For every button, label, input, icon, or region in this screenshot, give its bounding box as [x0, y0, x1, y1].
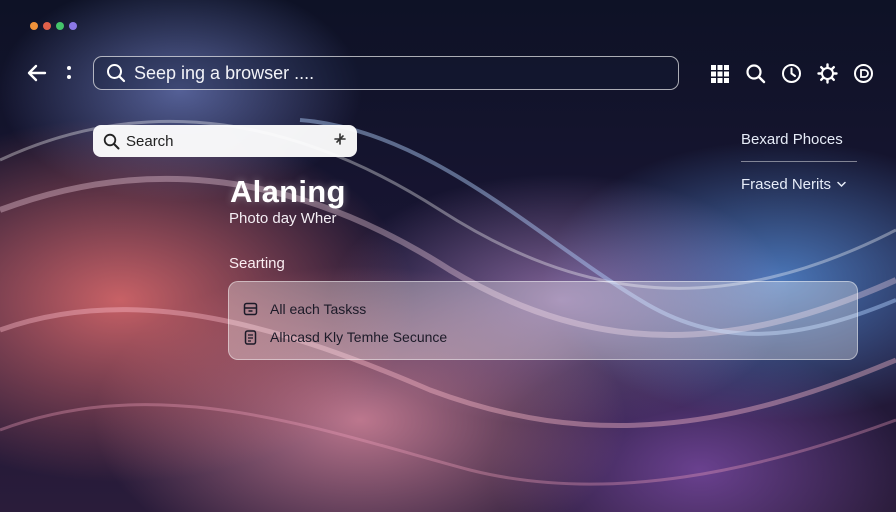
results-panel: All each Taskss Alhcasd Kly Temhe Secunc…	[228, 281, 858, 360]
result-item-sequence[interactable]: Alhcasd Kly Temhe Secunce	[229, 323, 857, 351]
page-subtitle: Photo day Wher	[229, 210, 337, 227]
toolbar-icons	[708, 62, 875, 85]
arrow-left-icon	[27, 64, 47, 82]
vertical-dots-icon	[67, 66, 71, 79]
menu-button[interactable]	[64, 63, 74, 87]
side-link-primary[interactable]: Bexard Phoces	[741, 131, 843, 148]
account-icon	[854, 64, 873, 83]
page-title: Alaning	[230, 174, 346, 209]
pin-icon	[334, 133, 346, 145]
window-controls	[30, 22, 77, 30]
settings-button[interactable]	[816, 62, 839, 85]
side-divider	[741, 161, 857, 162]
archive-icon	[242, 301, 258, 317]
clock-icon	[782, 64, 801, 83]
window-dot-4[interactable]	[69, 22, 77, 30]
search-icon	[103, 133, 120, 149]
side-dropdown[interactable]: Frased Nerits	[741, 176, 846, 193]
history-button[interactable]	[780, 62, 803, 85]
window-dot-3[interactable]	[56, 22, 64, 30]
account-button[interactable]	[852, 62, 875, 85]
window-dot-1[interactable]	[30, 22, 38, 30]
result-item-tasks[interactable]: All each Taskss	[229, 295, 857, 323]
grid-icon	[710, 64, 729, 83]
result-item-label: All each Taskss	[270, 301, 367, 317]
gear-icon	[817, 63, 838, 84]
document-icon	[242, 329, 258, 345]
search-field-label: Search	[126, 132, 174, 150]
address-bar-text: Seep ing a browser ....	[134, 62, 315, 83]
apps-button[interactable]	[708, 62, 731, 85]
search-field[interactable]: Search	[93, 125, 357, 157]
address-bar[interactable]: Seep ing a browser ....	[93, 56, 679, 90]
search-icon	[746, 64, 766, 84]
search-action-button[interactable]	[333, 132, 347, 150]
search-button[interactable]	[744, 62, 767, 85]
search-icon	[107, 64, 126, 83]
back-button[interactable]	[26, 62, 48, 88]
results-section-label: Searting	[229, 255, 285, 272]
window-dot-2[interactable]	[43, 22, 51, 30]
side-dropdown-label: Frased Nerits	[741, 176, 832, 193]
result-item-label: Alhcasd Kly Temhe Secunce	[270, 329, 448, 345]
chevron-down-icon	[837, 181, 846, 188]
